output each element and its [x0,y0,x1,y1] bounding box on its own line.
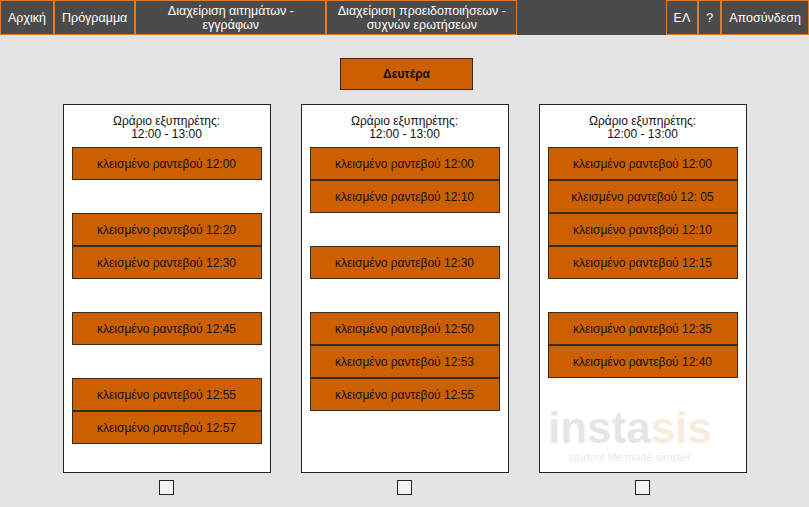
day-button[interactable]: Δευτέρα [340,58,473,90]
booked-slot[interactable]: κλεισμένο ραντεβού 12:45 [72,312,262,345]
column-checkbox[interactable] [159,480,174,495]
free-slot [72,345,262,378]
column-checkbox[interactable] [397,480,412,495]
server-column: Ωράριο εξυπηρέτης:12:00 - 13:00 κλεισμένο… [301,104,509,473]
booked-slot[interactable]: κλεισμένο ραντεβού 12:55 [72,378,262,411]
columns: Ωράριο εξυπηρέτης:12:00 - 13:00 κλεισμένο… [63,104,747,495]
nav-item[interactable]: ΕΛ [666,0,699,35]
booked-slot[interactable]: κλεισμένο ραντεβού 12: 05 [548,180,738,213]
server-column: Ωράριο εξυπηρέτης:12:00 - 13:00 κλεισμένο… [63,104,271,473]
booked-slot[interactable]: κλεισμένο ραντεβού 12:35 [548,312,738,345]
slot-list: κλεισμένο ραντεβού 12:00 κλεισμένο ραντεβ… [72,147,262,444]
nav-item[interactable]: ? [698,0,721,35]
nav-item[interactable]: Αρχική [0,0,54,35]
column-header: Ωράριο εξυπηρέτης:12:00 - 13:00 [351,115,458,141]
nav-item[interactable]: Διαχείριση προειδοποιήσεων - συχνών ερωτ… [326,0,517,35]
booked-slot[interactable]: κλεισμένο ραντεβού 12:00 [548,147,738,180]
booked-slot[interactable]: κλεισμένο ραντεβού 12:40 [548,345,738,378]
booked-slot[interactable]: κλεισμένο ραντεβού 12:53 [310,345,500,378]
free-slot [548,279,738,312]
booked-slot[interactable]: κλεισμένο ραντεβού 12:57 [72,411,262,444]
free-slot [72,180,262,213]
nav-item[interactable]: Διαχείριση αιτημάτων - εγγράφων [135,0,326,35]
booked-slot[interactable]: κλεισμένο ραντεβού 12:15 [548,246,738,279]
booked-slot[interactable]: κλεισμένο ραντεβού 12:55 [310,378,500,411]
column-wrap: Ωράριο εξυπηρέτης:12:00 - 13:00 κλεισμένο… [539,104,747,495]
watermark: instasisstudent life made simpler [548,405,712,463]
slot-list: κλεισμένο ραντεβού 12:00κλεισμένο ραντεβ… [548,147,738,378]
column-header: Ωράριο εξυπηρέτης:12:00 - 13:00 [589,115,696,141]
watermark-tagline: student life made simpler [569,451,691,463]
booked-slot[interactable]: κλεισμένο ραντεβού 12:50 [310,312,500,345]
nav-right: ΕΛ?Αποσύνδεση [666,0,809,35]
schedule: Δευτέρα Ωράριο εξυπηρέτης:12:00 - 13:00 κλ… [0,35,809,495]
nav-bar: ΑρχικήΠρόγραμμαΔιαχείριση αιτημάτων - εγ… [0,0,809,35]
server-column: Ωράριο εξυπηρέτης:12:00 - 13:00 κλεισμένο… [539,104,747,473]
free-slot [72,279,262,312]
watermark-brand: instasis [548,405,712,451]
booked-slot[interactable]: κλεισμένο ραντεβού 12:00 [310,147,500,180]
slot-list: κλεισμένο ραντεβού 12:00κλεισμένο ραντεβ… [310,147,500,411]
booked-slot[interactable]: κλεισμένο ραντεβού 12:30 [310,246,500,279]
booked-slot[interactable]: κλεισμένο ραντεβού 12:00 [72,147,262,180]
booked-slot[interactable]: κλεισμένο ραντεβού 12:30 [72,246,262,279]
column-checkbox[interactable] [635,480,650,495]
page: ΑρχικήΠρόγραμμαΔιαχείριση αιτημάτων - εγ… [0,0,809,507]
nav-item[interactable]: Αποσύνδεση [721,0,809,35]
column-wrap: Ωράριο εξυπηρέτης:12:00 - 13:00 κλεισμένο… [63,104,271,495]
column-wrap: Ωράριο εξυπηρέτης:12:00 - 13:00 κλεισμένο… [301,104,509,495]
nav-item[interactable]: Πρόγραμμα [54,0,135,35]
column-header: Ωράριο εξυπηρέτης:12:00 - 13:00 [113,115,220,141]
free-slot [310,279,500,312]
booked-slot[interactable]: κλεισμένο ραντεβού 12:20 [72,213,262,246]
booked-slot[interactable]: κλεισμένο ραντεβού 12:10 [548,213,738,246]
booked-slot[interactable]: κλεισμένο ραντεβού 12:10 [310,180,500,213]
free-slot [310,213,500,246]
nav-left: ΑρχικήΠρόγραμμαΔιαχείριση αιτημάτων - εγ… [0,0,517,35]
